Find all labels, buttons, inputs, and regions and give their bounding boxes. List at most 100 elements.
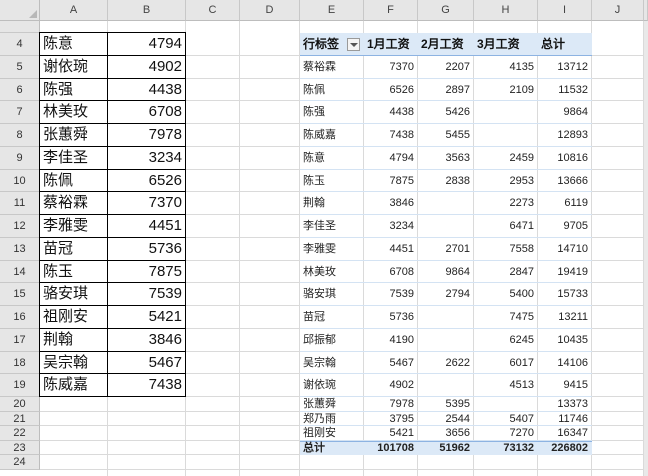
column-header-d[interactable]: D [240,0,300,21]
column-header-b[interactable]: B [108,0,186,21]
pivot-cell-m2[interactable]: 5426 [418,101,474,124]
pivot-cell-m1[interactable]: 6526 [364,79,418,102]
row-header-21[interactable]: 21 [0,411,40,426]
pivot-cell-m3[interactable]: 2847 [474,261,538,284]
pivot-total-m2[interactable]: 51962 [418,441,474,456]
list-name-cell[interactable]: 苗冠 [39,236,108,261]
row-header-24[interactable]: 24 [0,455,40,470]
pivot-cell-m3[interactable] [474,397,538,412]
pivot-cell-m1[interactable]: 3795 [364,412,418,427]
pivot-cell-m2[interactable] [418,306,474,329]
list-value-cell[interactable]: 5736 [107,236,186,261]
pivot-cell-m1[interactable]: 5736 [364,306,418,329]
pivot-row-label[interactable]: 李佳圣 [303,215,363,238]
pivot-row-label[interactable]: 陈玉 [303,170,363,193]
pivot-cell-m3[interactable]: 2953 [474,170,538,193]
row-header-7[interactable]: 7 [0,101,40,124]
pivot-row-label[interactable]: 陈意 [303,147,363,170]
pivot-cell-m3[interactable]: 7558 [474,238,538,261]
pivot-cell-total[interactable]: 14710 [538,238,592,261]
row-header-17[interactable]: 17 [0,328,40,352]
pivot-cell-total[interactable]: 10816 [538,147,592,170]
pivot-row-label[interactable]: 张蕙舜 [303,397,363,412]
spreadsheet-grid[interactable]: A B C D E F G H I J 4 5 6 7 8 9 10 11 12 13 14 15 16 17 18 19 20 21… [0,0,648,476]
list-name-cell[interactable]: 陈强 [39,77,108,102]
list-value-cell[interactable]: 4902 [107,54,186,79]
row-header-18[interactable]: 18 [0,351,40,375]
column-header-i[interactable]: I [538,0,592,21]
list-name-cell[interactable]: 谢依琬 [39,54,108,79]
pivot-cell-total[interactable]: 9864 [538,101,592,124]
pivot-cell-m1[interactable]: 4438 [364,101,418,124]
row-header-19[interactable]: 19 [0,374,40,397]
list-value-cell[interactable]: 5467 [107,350,186,375]
pivot-cell-total[interactable]: 13666 [538,170,592,193]
pivot-cell-m1[interactable]: 4794 [364,147,418,170]
column-header-c[interactable]: C [186,0,240,21]
pivot-cell-m1[interactable]: 4190 [364,329,418,352]
pivot-cell-m3[interactable]: 6017 [474,352,538,375]
list-name-cell[interactable]: 李佳圣 [39,145,108,170]
pivot-cell-m2[interactable]: 5455 [418,124,474,147]
list-name-cell[interactable]: 吴宗翰 [39,350,108,375]
pivot-row-label[interactable]: 祖刚安 [303,426,363,441]
list-value-cell[interactable]: 7978 [107,123,186,147]
pivot-header-m3[interactable]: 3月工资 [477,33,537,56]
pivot-cell-m2[interactable] [418,329,474,352]
row-header-23[interactable]: 23 [0,440,40,455]
pivot-cell-m3[interactable]: 5407 [474,412,538,427]
pivot-cell-m3[interactable]: 7270 [474,426,538,441]
pivot-row-label[interactable]: 林美玫 [303,261,363,284]
select-all-corner[interactable] [0,0,40,21]
pivot-cell-m1[interactable]: 4451 [364,238,418,261]
pivot-row-label[interactable]: 陈威嘉 [303,124,363,147]
pivot-row-label[interactable]: 蔡裕霖 [303,56,363,79]
pivot-cell-m1[interactable]: 5421 [364,426,418,441]
pivot-cell-m2[interactable]: 9864 [418,261,474,284]
pivot-cell-m1[interactable]: 6708 [364,261,418,284]
pivot-cell-m3[interactable]: 4135 [474,56,538,79]
pivot-cell-m1[interactable]: 7978 [364,397,418,412]
pivot-row-label[interactable]: 邱振郁 [303,329,363,352]
pivot-total-m3[interactable]: 73132 [474,441,538,456]
pivot-cell-m2[interactable] [418,215,474,238]
row-header-12[interactable]: 12 [0,215,40,238]
list-value-cell[interactable]: 6708 [107,100,186,124]
pivot-cell-m2[interactable]: 2701 [418,238,474,261]
pivot-row-label[interactable]: 苗冠 [303,306,363,329]
list-value-cell[interactable]: 4438 [107,77,186,102]
pivot-cell-m1[interactable]: 3234 [364,215,418,238]
row-header-16[interactable]: 16 [0,306,40,329]
list-value-cell[interactable]: 5421 [107,305,186,329]
pivot-total-total[interactable]: 226802 [538,441,592,456]
row-header-22[interactable]: 22 [0,426,40,441]
row-header-13[interactable]: 13 [0,237,40,261]
pivot-cell-m3[interactable]: 6245 [474,329,538,352]
list-name-cell[interactable]: 张蕙舜 [39,123,108,147]
list-value-cell[interactable]: 7539 [107,282,186,306]
pivot-cell-m2[interactable]: 2207 [418,56,474,79]
row-header-11[interactable]: 11 [0,192,40,215]
column-header-h[interactable]: H [474,0,538,21]
column-header-a[interactable]: A [40,0,108,21]
list-name-cell[interactable]: 陈佩 [39,168,108,193]
pivot-row-label[interactable]: 谢依琬 [303,374,363,397]
list-value-cell[interactable]: 3846 [107,327,186,352]
list-name-cell[interactable]: 蔡裕霖 [39,191,108,215]
pivot-cell-m2[interactable] [418,374,474,397]
list-value-cell[interactable]: 6526 [107,168,186,193]
pivot-cell-m2[interactable]: 3656 [418,426,474,441]
pivot-header-total[interactable]: 总计 [541,33,591,56]
column-header-g[interactable]: G [418,0,474,21]
pivot-row-label[interactable]: 陈佩 [303,79,363,102]
pivot-cell-m1[interactable]: 3846 [364,192,418,215]
pivot-cell-m3[interactable]: 4513 [474,374,538,397]
pivot-row-label[interactable]: 陈强 [303,101,363,124]
pivot-cell-m1[interactable]: 7438 [364,124,418,147]
list-name-cell[interactable]: 荆翰 [39,327,108,352]
row-header-10[interactable]: 10 [0,169,40,193]
list-name-cell[interactable]: 祖刚安 [39,305,108,329]
pivot-header-m1[interactable]: 1月工资 [367,33,417,56]
pivot-cell-total[interactable]: 11532 [538,79,592,102]
pivot-cell-m3[interactable]: 2109 [474,79,538,102]
